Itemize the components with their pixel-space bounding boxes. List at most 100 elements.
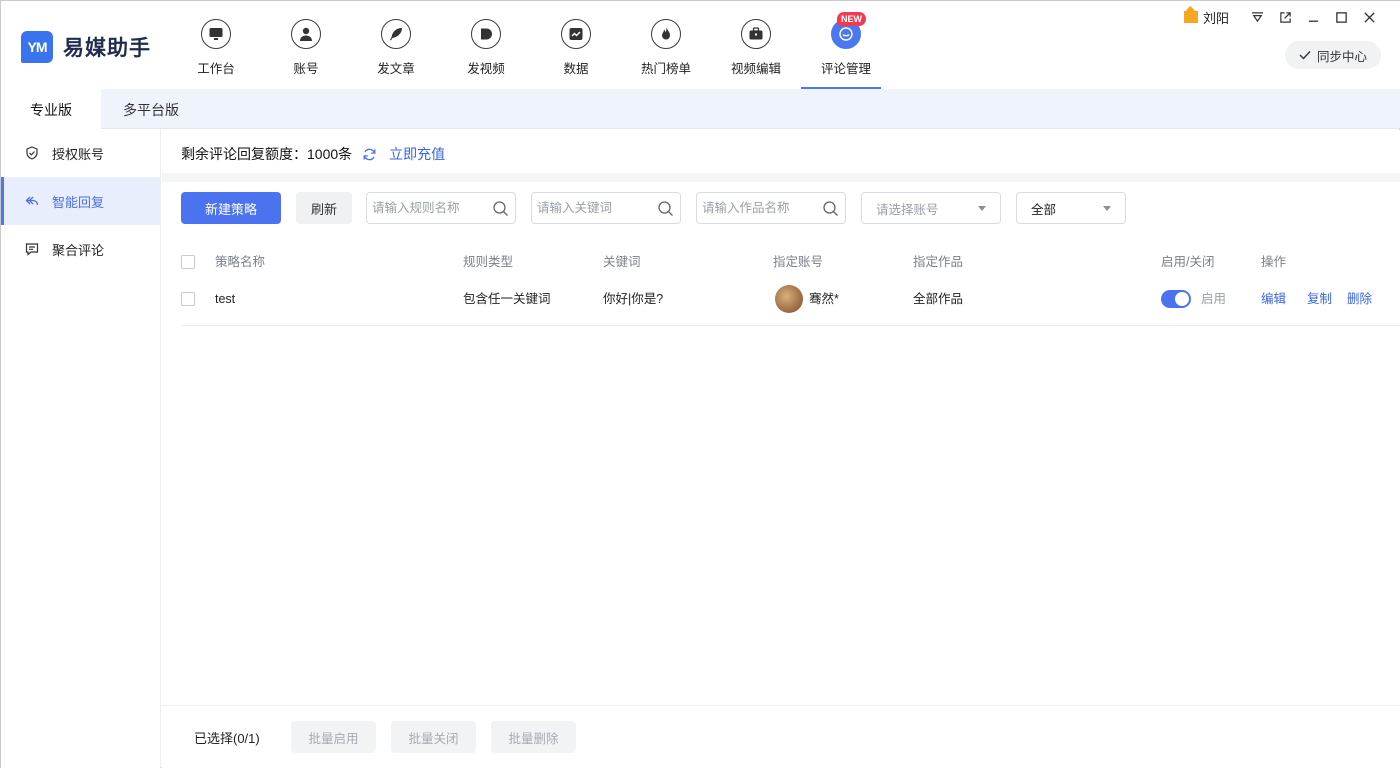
dropdown-menu-icon[interactable]: [1243, 7, 1271, 27]
message-list-icon: [25, 243, 39, 256]
table-row: test 包含任一关键词 你好|你是? 骞然* 全部作品 启用 编辑 复制 删除: [181, 282, 1381, 316]
logo-mark-icon: YM: [21, 31, 53, 63]
search-icon[interactable]: [492, 200, 509, 217]
nav-item-video-edit[interactable]: 视频编辑: [711, 1, 801, 89]
status-select[interactable]: 全部: [1016, 192, 1126, 224]
popout-icon[interactable]: [1271, 7, 1299, 27]
table-header: 策略名称 规则类型 关键词 指定账号 指定作品 启用/关闭 操作: [181, 250, 1381, 274]
rule-type: 包含任一关键词: [463, 292, 551, 306]
batch-delete-button[interactable]: 批量删除: [491, 721, 576, 753]
user-menu[interactable]: 刘阳: [1183, 8, 1229, 27]
main-content: 剩余评论回复额度： 1000条 立即充值 新建策略 刷新 请选择账号: [162, 130, 1400, 768]
sidebar-item-smart-reply[interactable]: 智能回复: [1, 177, 160, 225]
account-name: 骞然*: [809, 292, 839, 306]
batch-footer: 已选择(0/1) 批量启用 批量关闭 批量删除: [162, 705, 1400, 768]
toggle-status-label: 启用: [1201, 292, 1227, 306]
nav-item-data[interactable]: 数据: [531, 1, 621, 89]
sidebar-item-authorized-accounts[interactable]: 授权账号: [1, 129, 160, 177]
sidebar-item-label: 授权账号: [52, 146, 105, 162]
sync-center-button[interactable]: 同步中心: [1285, 41, 1381, 69]
play-icon: [471, 19, 501, 49]
copy-link[interactable]: 复制: [1307, 282, 1332, 316]
user-name: 刘阳: [1202, 10, 1229, 26]
refresh-icon[interactable]: [362, 147, 377, 162]
select-all-checkbox[interactable]: [181, 255, 195, 269]
header-enabled: 启用/关闭: [1161, 255, 1215, 269]
header-keywords: 关键词: [603, 255, 641, 269]
maximize-icon[interactable]: [1327, 7, 1355, 27]
close-icon[interactable]: [1355, 7, 1383, 27]
works: 全部作品: [913, 292, 964, 306]
reply-icon: [25, 196, 39, 206]
strategy-name: test: [215, 292, 236, 306]
edition-tabs: 专业版 多平台版: [1, 89, 1400, 129]
sidebar-item-label: 聚合评论: [52, 242, 105, 258]
new-strategy-button[interactable]: 新建策略: [181, 192, 281, 224]
tab-professional[interactable]: 专业版: [1, 89, 101, 129]
enable-toggle[interactable]: [1161, 290, 1191, 308]
nav-item-post-video[interactable]: 发视频: [441, 1, 531, 89]
nav-item-account[interactable]: 账号: [261, 1, 351, 89]
search-icon[interactable]: [657, 200, 674, 217]
nav-label: 发文章: [377, 62, 415, 76]
edit-link[interactable]: 编辑: [1261, 282, 1286, 316]
nav-label: 账号: [293, 62, 319, 76]
section-divider: [162, 173, 1400, 182]
sidebar-item-label: 智能回复: [52, 194, 105, 210]
nav-item-post-article[interactable]: 发文章: [351, 1, 441, 89]
nav-label: 评论管理: [820, 62, 871, 76]
feather-icon: [381, 19, 411, 49]
work-name-search: [696, 192, 846, 224]
batch-disable-button[interactable]: 批量关闭: [391, 721, 476, 753]
delete-link[interactable]: 删除: [1347, 282, 1372, 316]
row-checkbox[interactable]: [181, 292, 195, 306]
rule-name-input[interactable]: [367, 193, 487, 223]
vip-crown-icon: [1183, 11, 1198, 23]
sidebar: 授权账号 智能回复 聚合评论: [1, 129, 161, 768]
quota-label: 剩余评论回复额度：: [181, 146, 307, 162]
toolbox-icon: [741, 19, 771, 49]
nav-label: 视频编辑: [730, 62, 781, 76]
search-icon[interactable]: [822, 200, 839, 217]
header-rule-type: 规则类型: [463, 255, 514, 269]
header-works: 指定作品: [913, 255, 964, 269]
window-controls: 刘阳: [1183, 7, 1383, 27]
avatar: [775, 285, 803, 313]
quota-bar: 剩余评论回复额度： 1000条 立即充值: [181, 144, 445, 164]
tab-multi-platform[interactable]: 多平台版: [101, 89, 201, 129]
row-divider: [181, 325, 1400, 326]
nav-item-workbench[interactable]: 工作台: [171, 1, 261, 89]
flame-icon: [651, 19, 681, 49]
header-actions: 操作: [1261, 255, 1287, 269]
header-account: 指定账号: [773, 255, 824, 269]
main-nav: 工作台 账号 发文章 发视频 数据 热门榜单 视频编辑 NEW 评论管理: [171, 1, 891, 89]
chevron-down-icon: [1103, 206, 1111, 211]
status-select-value: 全部: [1031, 202, 1057, 217]
sidebar-item-aggregated-comments[interactable]: 聚合评论: [1, 225, 160, 273]
monitor-icon: [201, 19, 231, 49]
keyword-input[interactable]: [532, 193, 652, 223]
app-name: 易媒助手: [63, 37, 151, 60]
refresh-button[interactable]: 刷新: [296, 192, 352, 224]
filter-toolbar: 新建策略 刷新 请选择账号 全部: [181, 192, 1381, 224]
quota-value: 1000条: [307, 146, 353, 162]
batch-enable-button[interactable]: 批量启用: [291, 721, 376, 753]
account-select-value: 请选择账号: [876, 202, 939, 217]
nav-label: 数据: [563, 62, 589, 76]
recharge-link[interactable]: 立即充值: [389, 144, 445, 164]
top-bar: YM 易媒助手 工作台 账号 发文章 发视频 数据 热门榜单 视频编辑 NEW …: [1, 1, 1400, 89]
rule-name-search: [366, 192, 516, 224]
app-logo[interactable]: YM 易媒助手: [21, 31, 151, 63]
header-strategy-name: 策略名称: [215, 255, 266, 269]
nav-label: 工作台: [197, 62, 235, 76]
chevron-down-icon: [978, 206, 986, 211]
minimize-icon[interactable]: [1299, 7, 1327, 27]
shield-icon: [26, 146, 38, 160]
nav-item-comment-manage[interactable]: NEW 评论管理: [801, 1, 891, 89]
nav-item-hot-list[interactable]: 热门榜单: [621, 1, 711, 89]
account-select[interactable]: 请选择账号: [861, 192, 1001, 224]
selection-count: 已选择(0/1): [194, 731, 260, 746]
work-name-input[interactable]: [697, 193, 817, 223]
nav-label: 热门榜单: [640, 62, 691, 76]
check-icon: [1299, 51, 1311, 60]
